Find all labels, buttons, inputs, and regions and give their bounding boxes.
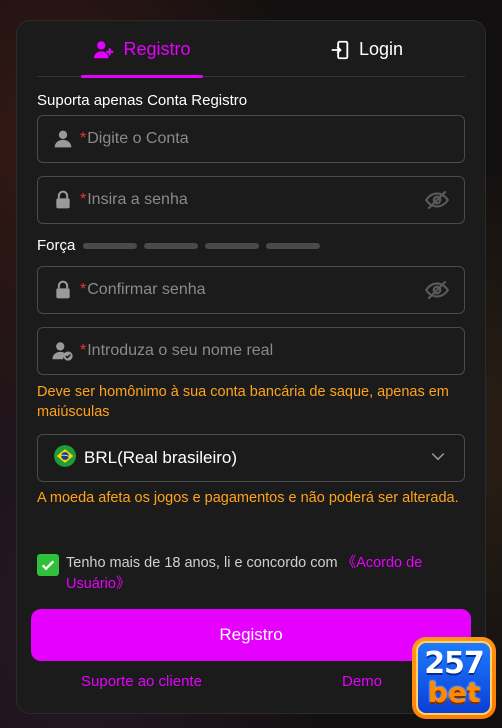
- user-check-icon: [52, 340, 74, 362]
- check-icon: [41, 560, 55, 571]
- strength-bar: [205, 242, 260, 249]
- register-button[interactable]: Registro: [31, 609, 471, 661]
- tab-register-label: Registro: [123, 39, 191, 59]
- required-mark: *: [80, 191, 87, 208]
- login-icon: [329, 39, 351, 66]
- required-mark: *: [80, 281, 87, 298]
- tab-login-label: Login: [359, 39, 404, 59]
- strength-bar: [144, 242, 199, 249]
- brand-logo: 257 bet: [412, 637, 496, 719]
- auth-tabs: Registro Login: [37, 21, 465, 78]
- password-field[interactable]: *: [37, 176, 465, 224]
- realname-input[interactable]: [87, 342, 464, 360]
- password-input[interactable]: [87, 191, 424, 209]
- currency-select[interactable]: BRL(Real brasileiro): [37, 434, 465, 482]
- strength-bar: [83, 242, 138, 249]
- customer-support-link[interactable]: Suporte ao cliente: [81, 673, 202, 690]
- lock-icon: [52, 189, 74, 211]
- agree-text: Tenho mais de 18 anos, li e concordo com: [66, 555, 342, 571]
- tab-login[interactable]: Login: [329, 39, 403, 77]
- logo-number: 257: [424, 646, 485, 681]
- currency-hint: A moeda afeta os jogos e pagamentos e nã…: [37, 490, 459, 506]
- chevron-down-icon: [428, 446, 464, 471]
- account-field[interactable]: *: [37, 115, 465, 163]
- strength-label: Força: [37, 237, 76, 254]
- register-modal: Registro Login Suporta apenas Conta Regi…: [16, 20, 486, 714]
- eye-off-icon[interactable]: [424, 277, 450, 303]
- required-mark: *: [80, 342, 87, 359]
- confirm-password-field[interactable]: *: [37, 266, 465, 314]
- confirm-password-input[interactable]: [87, 281, 424, 299]
- agree-checkbox[interactable]: [37, 554, 59, 576]
- password-strength: Força: [37, 237, 327, 254]
- strength-bar: [266, 242, 321, 249]
- currency-value: BRL(Real brasileiro): [84, 448, 238, 467]
- tab-register[interactable]: Registro: [81, 39, 203, 78]
- demo-link[interactable]: Demo: [342, 673, 382, 690]
- user-plus-icon: [93, 39, 115, 66]
- account-input[interactable]: [87, 130, 464, 148]
- required-mark: *: [80, 130, 87, 147]
- user-icon: [52, 128, 74, 150]
- logo-word: bet: [427, 676, 481, 709]
- realname-hint: Deve ser homônimo à sua conta bancária d…: [37, 384, 449, 420]
- brazil-flag-icon: [38, 444, 84, 472]
- realname-field[interactable]: *: [37, 327, 465, 375]
- age-agreement: Tenho mais de 18 anos, li e concordo com…: [37, 553, 457, 595]
- support-note: Suporta apenas Conta Registro: [37, 92, 248, 109]
- eye-off-icon[interactable]: [424, 187, 450, 213]
- agree-label: Tenho mais de 18 anos, li e concordo com…: [66, 553, 457, 595]
- lock-icon: [52, 279, 74, 301]
